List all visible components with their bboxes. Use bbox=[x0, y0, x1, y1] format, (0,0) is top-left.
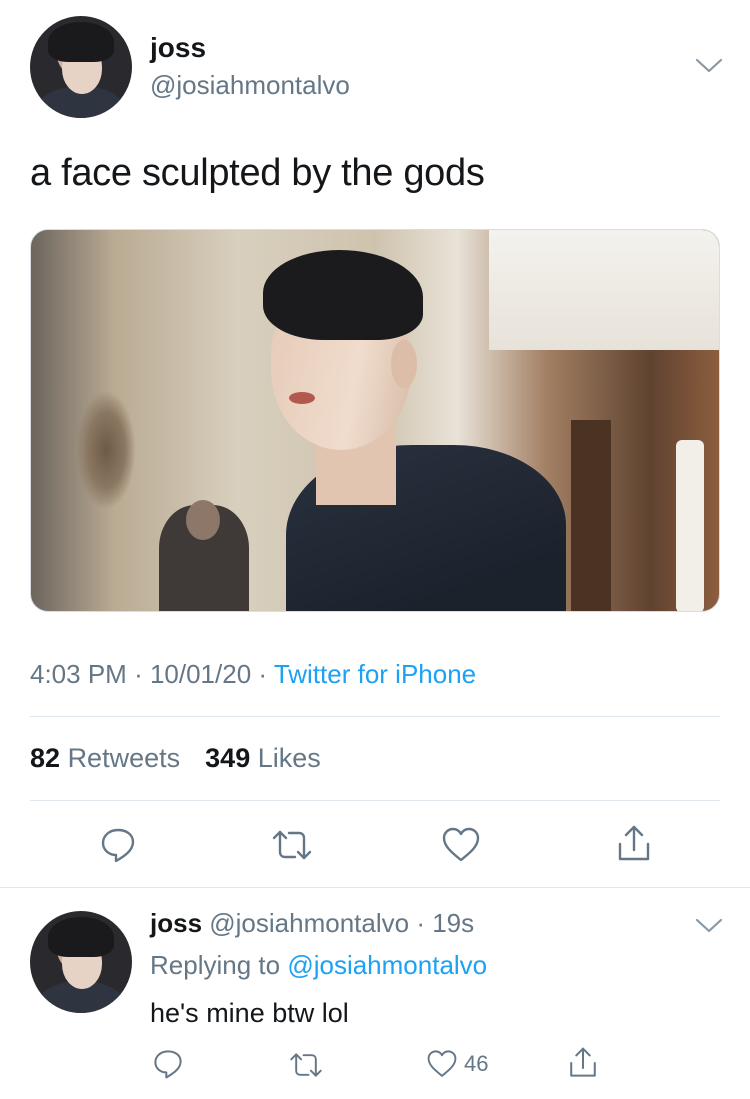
avatar[interactable] bbox=[30, 911, 132, 1013]
photo-light bbox=[676, 440, 704, 611]
retweet-button[interactable] bbox=[270, 826, 314, 864]
replying-to-label: Replying to bbox=[150, 950, 281, 980]
reply-age: 19s bbox=[432, 908, 475, 938]
reply-button[interactable] bbox=[152, 1048, 184, 1080]
meta-separator: · bbox=[134, 659, 150, 689]
heart-icon bbox=[427, 1050, 457, 1077]
like-count: 46 bbox=[464, 1051, 489, 1076]
tweet-source-link[interactable]: Twitter for iPhone bbox=[274, 659, 476, 689]
display-name[interactable]: joss bbox=[150, 908, 202, 938]
share-button[interactable] bbox=[567, 1046, 599, 1080]
user-handle[interactable]: @josiahmontalvo bbox=[150, 70, 350, 101]
photo-ear bbox=[391, 340, 417, 388]
section-separator bbox=[0, 887, 750, 888]
photo-hair bbox=[263, 250, 423, 340]
tweet-date: 10/01/20 bbox=[149, 659, 252, 689]
chevron-down-icon[interactable] bbox=[694, 916, 724, 936]
chevron-down-icon[interactable] bbox=[694, 56, 724, 76]
retweet-button[interactable] bbox=[288, 1049, 324, 1081]
tweet-photo[interactable] bbox=[30, 229, 720, 612]
replying-to-mention[interactable]: @josiahmontalvo bbox=[287, 950, 487, 980]
meta-separator: · bbox=[409, 908, 433, 938]
like-button[interactable] bbox=[441, 826, 481, 864]
retweet-icon bbox=[272, 830, 312, 860]
retweets-count: 82 bbox=[30, 743, 61, 773]
avatar-hair bbox=[48, 22, 114, 62]
likes-stat[interactable]: 349 Likes bbox=[205, 743, 321, 773]
share-icon bbox=[570, 1047, 596, 1077]
reply-icon bbox=[101, 828, 135, 863]
likes-count: 349 bbox=[205, 743, 251, 773]
likes-label: Likes bbox=[257, 743, 321, 773]
like-button[interactable]: 46 bbox=[426, 1049, 488, 1079]
avatar[interactable] bbox=[30, 16, 132, 118]
retweets-label: Retweets bbox=[67, 743, 181, 773]
main-tweet: joss @josiahmontalvo a face sculpted by … bbox=[0, 0, 750, 888]
reply-button[interactable] bbox=[99, 826, 137, 864]
retweets-stat[interactable]: 82 Retweets bbox=[30, 743, 180, 773]
divider bbox=[30, 716, 720, 717]
reply-header: joss @josiahmontalvo · 19s bbox=[150, 908, 474, 939]
display-name[interactable]: joss bbox=[150, 32, 206, 64]
meta-separator: · bbox=[258, 659, 274, 689]
photo-background-head bbox=[186, 500, 220, 540]
share-button[interactable] bbox=[615, 824, 653, 864]
replying-to: Replying to @josiahmontalvo bbox=[150, 950, 487, 981]
reply-text: he's mine btw lol bbox=[150, 998, 349, 1028]
photo-doorway bbox=[571, 420, 611, 611]
photo-lips bbox=[289, 392, 315, 404]
tweet-time: 4:03 PM bbox=[30, 659, 127, 689]
retweet-icon bbox=[290, 1053, 322, 1077]
divider bbox=[30, 800, 720, 801]
user-handle[interactable]: @josiahmontalvo bbox=[209, 908, 409, 938]
heart-icon bbox=[442, 827, 480, 862]
tweet-meta: 4:03 PM · 10/01/20 · Twitter for iPhone bbox=[30, 659, 476, 690]
avatar-hair bbox=[48, 917, 114, 957]
photo-window bbox=[489, 230, 719, 350]
tweet-stats: 82 Retweets 349 Likes bbox=[30, 743, 321, 774]
tweet-text: a face sculpted by the gods bbox=[30, 152, 485, 194]
photo-sconce bbox=[76, 390, 136, 510]
share-icon bbox=[618, 825, 650, 861]
reply-icon bbox=[154, 1050, 182, 1079]
